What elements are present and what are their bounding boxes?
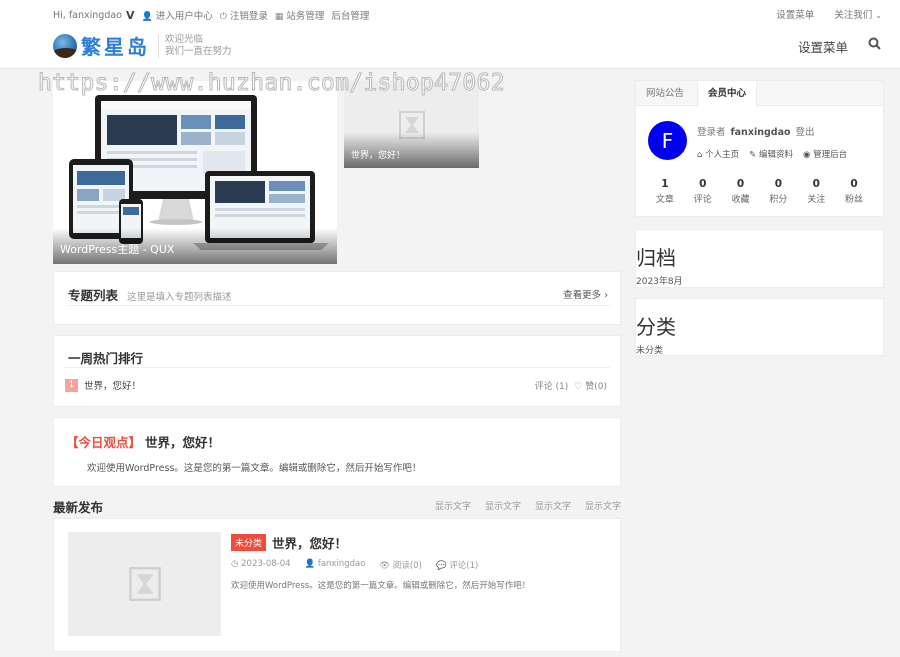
post-author[interactable]: 👤 fanxingdao (305, 559, 366, 571)
site-admin-link[interactable]: ▦ 站务管理 (275, 8, 325, 22)
member-center-card: 网站公告 会员中心 F 登录者 fanxingdao 登出 ⌂ 个人主页 ✎ 编… (635, 80, 884, 217)
opinion-title[interactable]: 世界，您好！ (145, 432, 220, 451)
backend-link[interactable]: 后台管理 (331, 8, 369, 22)
hot-item-comments[interactable]: 评论 (1) (535, 379, 569, 392)
user-icon: 👤 (304, 559, 316, 569)
admin-link[interactable]: ◉ 管理后台 (803, 148, 847, 160)
logo-mark-icon (53, 33, 77, 58)
logo-text: 繁星岛 (81, 35, 150, 59)
logout-link[interactable]: ⏻ 注销登录 (220, 8, 268, 22)
user-icon: 👤 (141, 12, 153, 22)
latest-tab-4[interactable]: 显示文字 (585, 499, 621, 512)
search-icon[interactable] (868, 37, 881, 53)
archive-title: 归档 (636, 246, 676, 270)
post-thumbnail[interactable] (68, 532, 221, 636)
post-category-badge[interactable]: 未分类 (231, 534, 267, 551)
vip-badge: V (126, 8, 135, 22)
home-icon: ⌂ (697, 150, 703, 160)
opinion-body: 欢迎使用WordPress。这是您的第一篇文章。编辑或删除它，然后开始写作吧！ (87, 463, 422, 474)
chevron-right-icon: › (604, 290, 608, 301)
username[interactable]: fanxingdao (731, 127, 791, 138)
slogan: 欢迎光临 我们一直在努力 (158, 33, 232, 58)
avatar[interactable]: F (648, 121, 687, 160)
image-placeholder-icon (128, 567, 161, 601)
stat-comments[interactable]: 0 评论 (684, 178, 722, 205)
greeting: Hi, fanxingdao (53, 9, 122, 21)
dashboard-icon: ◉ (802, 150, 811, 160)
divider (64, 367, 610, 368)
stat-favorites[interactable]: 0 收藏 (722, 178, 760, 205)
site-logo[interactable]: 繁星岛 欢迎光临 我们一直在努力 (53, 31, 232, 60)
topics-card: 专题列表 这里是填入专题列表描述 查看更多 › (53, 271, 621, 325)
topics-desc: 这里是填入专题列表描述 (127, 292, 232, 303)
topics-title: 专题列表 (68, 288, 119, 303)
watermark: https://www.huzhan.com/ishop47062 (38, 70, 506, 97)
stat-followers[interactable]: 0 粉丝 (835, 178, 873, 205)
category-widget: 分类 未分类 (635, 298, 884, 356)
grid-icon: ▦ (274, 12, 284, 22)
profile-link[interactable]: ⌂ 个人主页 (697, 148, 739, 160)
hot-title: 一周热门排行 (68, 351, 144, 366)
main-menu[interactable]: 设置菜单 (798, 37, 848, 56)
category-title: 分类 (636, 315, 676, 339)
rank-badge: 1 (65, 378, 78, 392)
slide-side-caption: 世界，您好！ (344, 132, 479, 168)
heart-icon: ♡ (574, 381, 583, 392)
latest-tab-2[interactable]: 显示文字 (485, 499, 521, 512)
user-center-link[interactable]: 👤 进入用户中心 (142, 8, 213, 22)
post-item: 未分类 世界，您好！ ◷ 2023-08-04 👤 fanxingdao 👁 阅… (53, 518, 621, 652)
comment-icon: 💬 (435, 561, 447, 571)
latest-tab-3[interactable]: 显示文字 (535, 499, 571, 512)
chevron-down-icon: ⌄ (875, 11, 882, 20)
post-title[interactable]: 世界，您好！ (272, 533, 347, 552)
sidebar-logout-link[interactable]: 登出 (796, 124, 815, 138)
latest-title: 最新发布 (53, 500, 104, 515)
power-icon: ⏻ (219, 12, 227, 22)
eye-icon: 👁 (379, 561, 391, 571)
edit-profile-link[interactable]: ✎ 编辑资料 (749, 148, 793, 160)
latest-header: 最新发布 显示文字 显示文字 显示文字 显示文字 (53, 494, 621, 515)
category-item[interactable]: 未分类 (636, 343, 663, 356)
latest-tab-1[interactable]: 显示文字 (435, 499, 471, 512)
login-prefix: 登录者 (697, 127, 726, 138)
tab-announcement[interactable]: 网站公告 (636, 81, 694, 106)
hot-item-likes[interactable]: ♡ 赞(0) (574, 379, 607, 392)
site-header: 繁星岛 欢迎光临 我们一直在努力 设置菜单 (0, 28, 900, 69)
post-comments[interactable]: 💬 评论(1) (436, 559, 478, 571)
stat-following[interactable]: 0 关注 (797, 178, 835, 205)
clock-icon: ◷ (231, 559, 239, 569)
user-stats: 1 文章 0 评论 0 收藏 0 积分 0 关注 0 粉丝 (646, 178, 873, 205)
settings-menu-link[interactable]: 设置菜单 (776, 7, 814, 21)
archive-widget: 归档 2023年8月 (635, 229, 884, 288)
slide-main[interactable]: WordPress主题 - QUX (53, 81, 337, 264)
follow-us-dropdown[interactable]: 关注我们 ⌄ (834, 7, 882, 21)
archive-item[interactable]: 2023年8月 (636, 274, 683, 287)
opinion-label: 【今日观点】 (66, 435, 142, 450)
post-date: ◷ 2023-08-04 (231, 559, 291, 569)
hot-item-title[interactable]: 世界，您好！ (84, 378, 141, 392)
post-excerpt: 欢迎使用WordPress。这是您的第一篇文章。编辑或删除它，然后开始写作吧！ (231, 581, 531, 591)
top-bar: Hi, fanxingdao V 👤 进入用户中心 ⏻ 注销登录 ▦ 站务管理 后台管… (0, 0, 900, 28)
slide-caption: WordPress主题 - QUX (53, 228, 337, 264)
hot-item[interactable]: 1 世界，您好！ 评论 (1) ♡ 赞(0) (65, 378, 607, 392)
post-views: 👁 阅读(0) (379, 561, 422, 571)
hot-ranking-card: 一周热门排行 1 世界，您好！ 评论 (1) ♡ 赞(0) (53, 335, 621, 407)
today-opinion-card: 【今日观点】 世界，您好！ 欢迎使用WordPress。这是您的第一篇文章。编辑… (53, 417, 621, 487)
stat-posts[interactable]: 1 文章 (646, 178, 684, 205)
tab-member-center[interactable]: 会员中心 (697, 81, 758, 107)
edit-icon: ✎ (749, 150, 757, 160)
stat-points[interactable]: 0 积分 (759, 178, 797, 205)
topics-more-link[interactable]: 查看更多 › (563, 287, 608, 301)
divider (68, 305, 610, 306)
